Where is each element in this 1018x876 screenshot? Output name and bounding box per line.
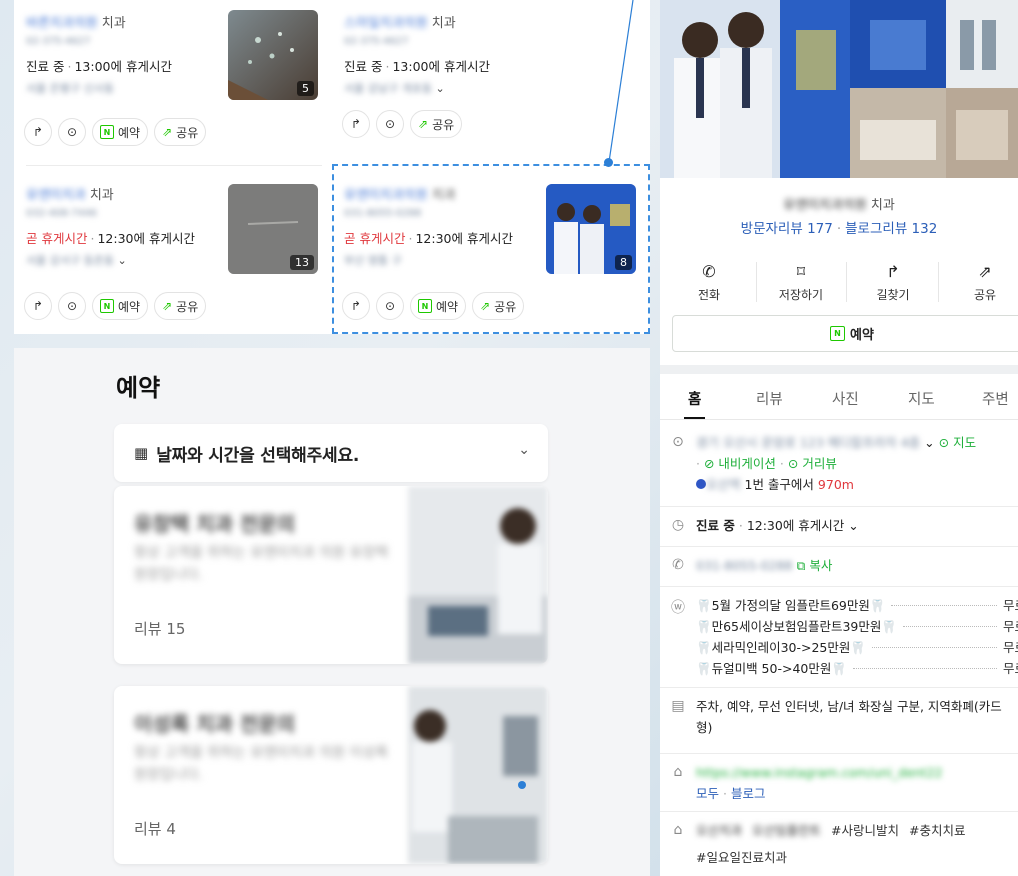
photo-gallery[interactable] bbox=[660, 0, 1018, 178]
reservation-panel: 예약 ▦ 날짜와 시간을 선택해주세요. ⌄ 유창택 치과 전문의 항상 고객을… bbox=[14, 348, 650, 876]
tooth-icon: 🦷 bbox=[850, 640, 866, 655]
amenities-row: ▤ 주차, 예약, 무선 인터넷, 남/녀 화장실 구분, 지역화폐(카드형) bbox=[660, 688, 1018, 754]
phone-icon: ✆ bbox=[702, 262, 716, 281]
service-review-count: 리뷰 15 bbox=[134, 620, 186, 638]
price-row: ⓦ 🦷5월 가정의달 임플란트69만원🦷무료 🦷만65세이상보험임플란트39만원… bbox=[660, 587, 1018, 688]
share-button[interactable]: ⇗ 공유 bbox=[942, 262, 1018, 303]
phone-row: ✆ 031-8055-0288 ⧉ 복사 bbox=[660, 547, 1018, 587]
phone-number: 031-8055-0288 bbox=[696, 558, 793, 573]
tab-reviews[interactable]: 리뷰 bbox=[756, 388, 783, 409]
chevron-down-icon[interactable]: ⌄ bbox=[924, 435, 934, 450]
service-description: 항상 고객을 위하는 유앤미치과 의원 이성록 원장입니다. bbox=[134, 745, 389, 783]
place-category: 치과 bbox=[870, 198, 895, 213]
hours-detail: 12:30에 휴게시간 bbox=[746, 518, 845, 533]
detail-tabs: 홈 리뷰 사진 지도 주변 bbox=[660, 374, 1018, 420]
directions-icon: ↱ bbox=[886, 262, 900, 281]
tooth-icon: 🦷 bbox=[696, 598, 712, 613]
visitor-reviews-link[interactable]: 방문자리뷰 177 bbox=[741, 221, 833, 237]
service-review-count: 리뷰 4 bbox=[134, 820, 176, 838]
copy-button[interactable]: ⧉ 복사 bbox=[797, 558, 833, 573]
keywords-row: ⌂ 오산치과 오산임플란트 #사랑니발치 #충치치료 #일요일진료치과 bbox=[660, 812, 1018, 876]
doctor-photo bbox=[408, 686, 548, 864]
map-link[interactable]: ⊙ 지도 bbox=[939, 435, 976, 450]
keyword[interactable]: 오산치과 bbox=[696, 823, 742, 838]
place-detail-panel: 유앤미치과의원 치과 방문자리뷰 177 · 블로그리뷰 132 ✆ 전화 ⌑ 저장하기 … bbox=[660, 0, 1018, 876]
bookmark-icon: ⌑ bbox=[796, 262, 806, 281]
amenities-text: 주차, 예약, 무선 인터넷, 남/녀 화장실 구분, 지역화폐(카드형) bbox=[696, 699, 1002, 735]
chevron-down-icon: ⌄ bbox=[518, 442, 530, 458]
tab-map[interactable]: 지도 bbox=[908, 388, 935, 409]
link-all[interactable]: 모두 bbox=[696, 786, 719, 801]
tooth-icon: 🦷 bbox=[869, 598, 886, 613]
reserve-button[interactable]: N 예약 bbox=[672, 315, 1018, 352]
hours-row[interactable]: ◷ 진료 중 · 12:30에 휴게시간 ⌄ bbox=[660, 507, 1018, 547]
service-title: 유창택 치과 전문의 bbox=[134, 512, 296, 536]
address-text: 경기 오산시 운암로 123 메디칼프라자 4층 bbox=[696, 435, 921, 450]
share-icon: ⇗ bbox=[978, 262, 992, 281]
navigation-link[interactable]: ⊘ 내비게이션 bbox=[704, 456, 776, 471]
street-view-link[interactable]: ⊙ 거리뷰 bbox=[788, 456, 837, 471]
won-icon: ⓦ bbox=[671, 600, 685, 616]
service-title: 이성록 치과 전문의 bbox=[134, 712, 296, 736]
price-item: 🦷듀얼미백 50->40만원🦷무료 bbox=[696, 658, 1018, 679]
place-name: 유앤미치과의원 bbox=[783, 198, 867, 213]
keyword[interactable]: #충치치료 bbox=[909, 823, 965, 838]
homepage-row: ⌂ https://www.instagram.com/uni_dent22 모… bbox=[660, 754, 1018, 812]
reservation-title: 예약 bbox=[116, 374, 161, 402]
address-row: ⊙ 경기 오산시 운암로 123 메디칼프라자 4층 ⌄ ⊙ 지도 · ⊘ 내비… bbox=[660, 424, 1018, 507]
connector-dot bbox=[518, 781, 526, 789]
naver-booking-icon: N bbox=[830, 326, 846, 341]
doctor-photo bbox=[408, 486, 548, 664]
homepage-url[interactable]: https://www.instagram.com/uni_dent22 bbox=[696, 762, 1016, 783]
tooth-icon: 🦷 bbox=[696, 661, 712, 676]
connector-dot bbox=[604, 158, 613, 167]
subway-station: 오산역 bbox=[706, 477, 741, 492]
service-description: 항상 고객을 위하는 유앤미치과 의원 유창택 원장입니다. bbox=[134, 545, 389, 583]
hours-status: 진료 중 bbox=[696, 518, 735, 533]
phone-icon: ✆ bbox=[672, 557, 684, 573]
home-icon: ⌂ bbox=[673, 764, 683, 780]
directions-button[interactable]: ↱ 길찾기 bbox=[850, 262, 936, 303]
subway-line-icon bbox=[696, 479, 706, 489]
keyword[interactable]: 오산임플란트 bbox=[752, 823, 821, 838]
keyword[interactable]: #사랑니발치 bbox=[831, 823, 899, 838]
tooth-icon: 🦷 bbox=[881, 619, 897, 634]
amenities-icon: ▤ bbox=[671, 698, 685, 714]
price-item: 🦷세라믹인레이30->25만원🦷무료 bbox=[696, 637, 1018, 658]
tab-home[interactable]: 홈 bbox=[683, 388, 706, 419]
price-item: 🦷만65세이상보험임플란트39만원🦷무료 bbox=[696, 616, 1018, 637]
save-button[interactable]: ⌑ 저장하기 bbox=[758, 262, 844, 303]
tab-nearby[interactable]: 주변 bbox=[982, 388, 1009, 409]
price-item: 🦷5월 가정의달 임플란트69만원🦷무료 bbox=[696, 595, 1018, 616]
date-time-placeholder: 날짜와 시간을 선택해주세요. bbox=[156, 445, 360, 466]
location-pin-icon: ⊙ bbox=[672, 434, 684, 450]
distance: 970m bbox=[817, 477, 854, 492]
clock-icon: ◷ bbox=[671, 517, 685, 533]
link-blog[interactable]: 블로그 bbox=[731, 786, 766, 801]
keyword[interactable]: #일요일진료치과 bbox=[696, 850, 787, 865]
call-button[interactable]: ✆ 전화 bbox=[666, 262, 752, 303]
tooth-icon: 🦷 bbox=[831, 661, 847, 676]
tooth-icon: 🦷 bbox=[696, 619, 712, 634]
tab-photos[interactable]: 사진 bbox=[832, 388, 859, 409]
calendar-icon: ▦ bbox=[134, 444, 149, 462]
date-time-select[interactable]: ▦ 날짜와 시간을 선택해주세요. ⌄ bbox=[114, 424, 548, 482]
service-card[interactable]: 유창택 치과 전문의 항상 고객을 위하는 유앤미치과 의원 유창택 원장입니다… bbox=[114, 486, 548, 664]
tooth-icon: 🦷 bbox=[696, 640, 712, 655]
service-card[interactable]: 이성록 치과 전문의 항상 고객을 위하는 유앤미치과 의원 이성록 원장입니다… bbox=[114, 686, 548, 864]
tag-icon: ⌂ bbox=[673, 822, 683, 838]
blog-reviews-link[interactable]: 블로그리뷰 132 bbox=[845, 221, 937, 237]
chevron-down-icon: ⌄ bbox=[848, 518, 859, 533]
